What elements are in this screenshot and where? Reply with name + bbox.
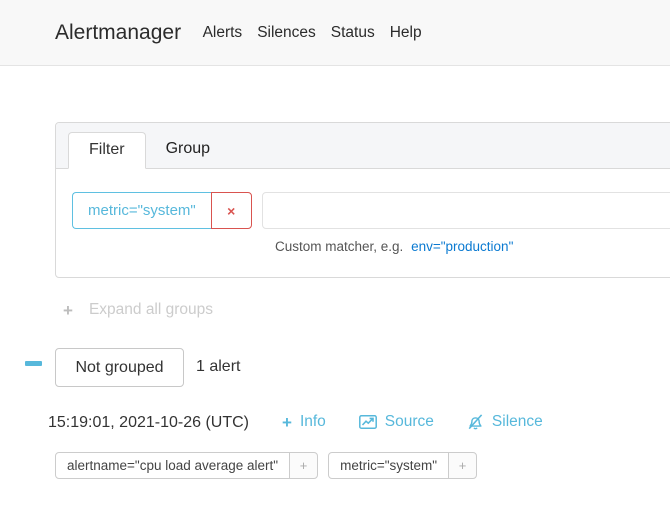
alert-timestamp: 15:19:01, 2021-10-26 (UTC): [48, 414, 249, 432]
nav-item-alerts[interactable]: Alerts: [195, 24, 250, 42]
add-to-filter-button[interactable]: +: [289, 452, 318, 479]
not-grouped-button[interactable]: Not grouped: [55, 348, 184, 387]
brand-alertmanager[interactable]: Alertmanager: [55, 21, 181, 45]
filter-panel-tabs: Filter Group: [56, 123, 670, 169]
matcher-example-link[interactable]: env="production": [411, 239, 513, 254]
info-button[interactable]: + Info: [282, 413, 326, 431]
matcher-hint-text: Custom matcher, e.g.: [275, 239, 403, 254]
nav-item-help[interactable]: Help: [382, 24, 429, 42]
main-nav: Alerts Silences Status Help: [195, 24, 429, 42]
matcher-chip: metric="system": [72, 192, 211, 229]
label-chip-alertname: alertname="cpu load average alert" +: [55, 452, 318, 479]
silence-label: Silence: [492, 413, 543, 431]
alert-actions: + Info Source Silence: [282, 413, 543, 431]
plus-icon: +: [300, 458, 308, 473]
alert-labels: alertname="cpu load average alert" + met…: [55, 452, 477, 479]
source-button[interactable]: Source: [359, 413, 434, 431]
label-chip-text: metric="system": [328, 452, 449, 479]
add-to-filter-button[interactable]: +: [448, 452, 477, 479]
plus-icon: +: [63, 302, 73, 319]
alertmanager-screen: Alertmanager Alerts Silences Status Help…: [0, 0, 670, 518]
plus-icon: +: [459, 458, 467, 473]
minus-icon[interactable]: [25, 361, 42, 366]
top-navbar: Alertmanager Alerts Silences Status Help: [0, 0, 670, 66]
close-icon: ×: [227, 203, 235, 219]
label-chip-metric: metric="system" +: [328, 452, 477, 479]
matcher-row: metric="system" ×: [72, 192, 670, 229]
info-label: Info: [300, 413, 326, 431]
bell-slash-icon: [467, 414, 484, 430]
nav-item-silences[interactable]: Silences: [250, 24, 324, 42]
filter-panel: Filter Group metric="system" × Custom ma…: [55, 122, 670, 278]
tab-group[interactable]: Group: [146, 132, 230, 169]
plus-icon: +: [282, 414, 292, 431]
nav-item-status[interactable]: Status: [323, 24, 382, 42]
chart-line-icon: [359, 415, 377, 429]
matcher-hint: Custom matcher, e.g. env="production": [275, 239, 670, 254]
expand-all-groups-label: Expand all groups: [89, 301, 213, 319]
expand-all-groups-button[interactable]: + Expand all groups: [63, 301, 213, 319]
filter-panel-body: metric="system" × Custom matcher, e.g. e…: [56, 169, 670, 254]
silence-button[interactable]: Silence: [467, 413, 543, 431]
label-chip-text: alertname="cpu load average alert": [55, 452, 290, 479]
tab-filter[interactable]: Filter: [68, 132, 146, 169]
alert-count: 1 alert: [196, 358, 240, 376]
source-label: Source: [385, 413, 434, 431]
matcher-remove-button[interactable]: ×: [211, 192, 252, 229]
custom-matcher-input[interactable]: [262, 192, 670, 229]
